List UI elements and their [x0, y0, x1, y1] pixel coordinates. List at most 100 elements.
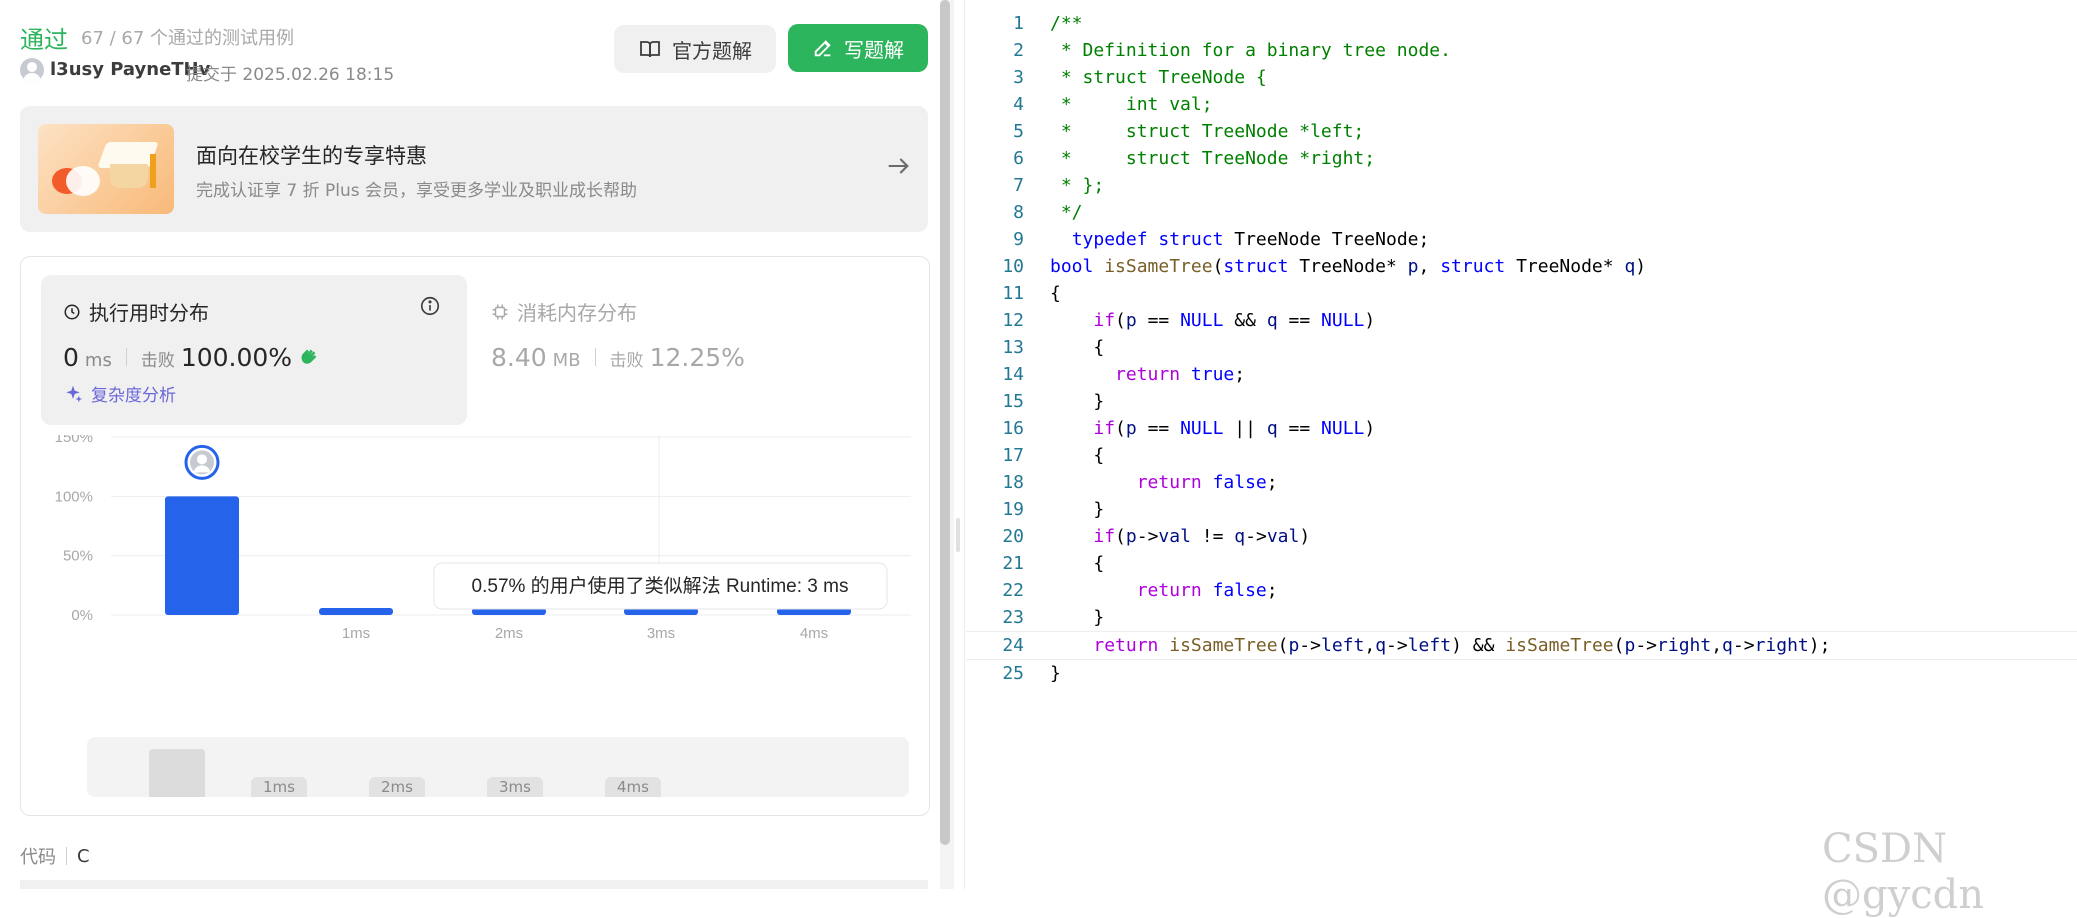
range-tick: 4ms	[605, 777, 661, 797]
code-line[interactable]: 7 * };	[966, 172, 2077, 199]
code-line[interactable]: 2 * Definition for a binary tree node.	[966, 37, 2077, 64]
line-number: 19	[1002, 499, 1024, 520]
code-text: /**	[1050, 13, 1083, 34]
memory-metric: 8.40 MB 击败 12.25%	[491, 343, 745, 372]
code-text: * int val;	[1050, 94, 1213, 115]
code-text: */	[1050, 202, 1083, 223]
code-line[interactable]: 24 return isSameTree(p->left,q->left) &&…	[966, 631, 2077, 660]
arrow-right-icon[interactable]	[884, 152, 912, 180]
y-tick-label: 150%	[55, 435, 93, 446]
code-line[interactable]: 10 bool isSameTree(struct TreeNode* p, st…	[966, 253, 2077, 280]
clap-hands-icon	[301, 349, 317, 364]
code-text: }	[1050, 607, 1105, 628]
x-tick-label: 3ms	[647, 625, 675, 642]
code-text: return isSameTree(p->left,q->left) && is…	[1093, 635, 1831, 656]
code-line[interactable]: 17 {	[966, 442, 2077, 469]
code-line[interactable]: 15 }	[966, 388, 2077, 415]
line-number: 15	[1002, 391, 1024, 412]
code-line[interactable]: 3 * struct TreeNode {	[966, 64, 2077, 91]
runtime-distribution-chart[interactable]: 0% 50% 100% 150% 1ms 2ms 3ms 4ms 0.57% 的用户使用了类似解…	[21, 435, 929, 695]
code-line[interactable]: 13 {	[966, 334, 2077, 361]
user-position-marker	[184, 444, 220, 480]
y-tick-label: 100%	[55, 488, 93, 505]
line-number: 8	[1013, 202, 1024, 223]
code-text: * struct TreeNode {	[1050, 67, 1267, 88]
write-solution-label: 写题解	[844, 39, 904, 62]
line-number: 16	[1002, 418, 1024, 439]
code-language: 代码 C	[20, 843, 90, 869]
code-text: * };	[1050, 175, 1105, 196]
code-line[interactable]: 9 typedef struct TreeNode TreeNode;	[966, 226, 2077, 253]
runtime-card[interactable]: 执行用时分布 0 ms 击败 100.00% 复杂度分析	[41, 275, 467, 425]
line-number: 21	[1002, 553, 1024, 574]
code-line[interactable]: 23 }	[966, 604, 2077, 631]
line-number: 2	[1013, 40, 1024, 61]
code-line[interactable]: 12 if(p == NULL && q == NULL)	[966, 307, 2077, 334]
code-line[interactable]: 18 return false;	[966, 469, 2077, 496]
y-tick-label: 50%	[63, 548, 93, 565]
code-text: }	[1050, 499, 1105, 520]
student-promo-banner[interactable]: 面向在校学生的专享特惠 完成认证享 7 折 Plus 会员，享受更多学业及职业成…	[20, 106, 928, 232]
code-line[interactable]: 8 */	[966, 199, 2077, 226]
code-text: }	[1050, 391, 1105, 412]
code-line[interactable]: 5 * struct TreeNode *left;	[966, 118, 2077, 145]
code-line[interactable]: 21 {	[966, 550, 2077, 577]
promo-subtitle: 完成认证享 7 折 Plus 会员，享受更多学业及职业成长帮助	[196, 181, 638, 201]
complexity-analysis-link[interactable]: 复杂度分析	[63, 381, 176, 406]
code-line[interactable]: 19 }	[966, 496, 2077, 523]
code-text: {	[1050, 283, 1061, 304]
range-tick: 1ms	[251, 777, 307, 797]
left-scrollbar-thumb[interactable]	[940, 0, 950, 845]
runtime-beat-value: 100.00%	[180, 343, 293, 372]
bar-1ms[interactable]	[319, 608, 393, 615]
code-text: }	[1050, 663, 1061, 684]
tooltip-text: 0.57% 的用户使用了类似解法 Runtime: 3 ms	[472, 575, 849, 597]
code-line[interactable]: 22 return false;	[966, 577, 2077, 604]
official-solution-button[interactable]: 官方题解	[614, 25, 776, 73]
memory-beat-value: 12.25%	[649, 343, 745, 372]
code-line[interactable]: 1 /**	[966, 10, 2077, 37]
code-line[interactable]: 4 * int val;	[966, 91, 2077, 118]
bar-0ms[interactable]	[165, 496, 239, 615]
line-number: 12	[1002, 310, 1024, 331]
code-line[interactable]: 6 * struct TreeNode *right;	[966, 145, 2077, 172]
official-solution-label: 官方题解	[672, 40, 752, 63]
line-number: 22	[1002, 580, 1024, 601]
memory-title-text: 消耗内存分布	[517, 301, 637, 325]
line-number: 3	[1013, 67, 1024, 88]
code-lines: 1 /** 2 * Definition for a binary tree nod…	[966, 10, 2077, 687]
line-number: 11	[1002, 283, 1024, 304]
code-line[interactable]: 20 if(p->val != q->val)	[966, 523, 2077, 550]
code-line[interactable]: 11 {	[966, 280, 2077, 307]
sparkle-icon	[66, 385, 83, 402]
runtime-title: 执行用时分布	[63, 297, 209, 326]
info-icon[interactable]	[419, 295, 441, 317]
panel-divider	[964, 0, 965, 889]
line-number: 17	[1002, 445, 1024, 466]
code-text: if(p == NULL || q == NULL)	[1093, 418, 1376, 439]
range-selector[interactable]: 1ms 2ms 3ms 4ms	[87, 737, 909, 797]
code-line[interactable]: 14 return true;	[966, 361, 2077, 388]
x-tick-label: 1ms	[342, 625, 370, 642]
code-line[interactable]: 25}	[966, 660, 2077, 687]
code-text: return true;	[1115, 364, 1246, 385]
performance-panel: 执行用时分布 0 ms 击败 100.00% 复杂度分析 消耗内存分布 8.40…	[20, 256, 930, 816]
line-number: 14	[1002, 364, 1024, 385]
code-line[interactable]: 16 if(p == NULL || q == NULL)	[966, 415, 2077, 442]
code-text: {	[1050, 445, 1105, 466]
book-icon	[640, 41, 660, 58]
code-text: return false;	[1136, 580, 1278, 601]
code-text: if(p == NULL && q == NULL)	[1093, 310, 1376, 331]
range-selector-bar	[149, 749, 205, 797]
code-editor[interactable]: 1 /** 2 * Definition for a binary tree nod…	[966, 0, 2077, 889]
code-label: 代码	[20, 847, 56, 868]
chart-tooltip: 0.57% 的用户使用了类似解法 Runtime: 3 ms	[433, 562, 888, 610]
line-number: 24	[1002, 635, 1024, 656]
memory-card[interactable]: 消耗内存分布 8.40 MB 击败 12.25%	[491, 275, 911, 425]
code-text: * struct TreeNode *right;	[1050, 148, 1376, 169]
split-handle[interactable]	[956, 518, 960, 552]
user-avatar[interactable]	[20, 58, 44, 82]
line-number: 20	[1002, 526, 1024, 547]
write-solution-button[interactable]: 写题解	[788, 24, 928, 72]
line-number: 6	[1013, 148, 1024, 169]
